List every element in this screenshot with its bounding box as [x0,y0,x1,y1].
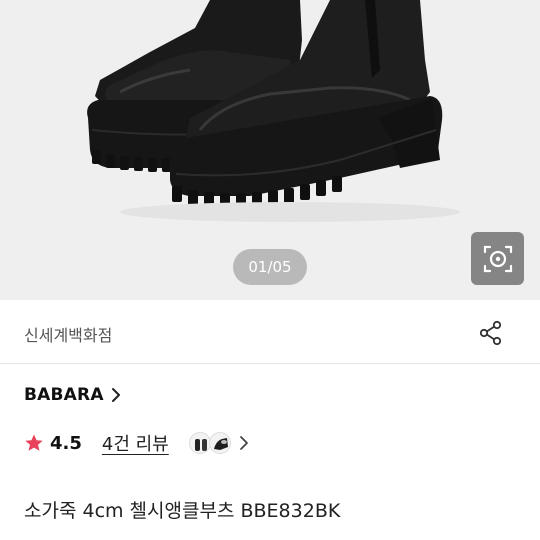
brand-name: BABARA [24,385,104,405]
rating-score: 4.5 [50,432,82,454]
review-count-link[interactable]: 4건 리뷰 [102,430,169,456]
store-name: 신세계백화점 [24,326,113,345]
chevron-right-icon [239,435,249,451]
chevron-right-icon [110,387,122,403]
rating-row: 4.5 4건 리뷰 [24,427,249,459]
camera-search-button[interactable] [471,232,524,285]
review-photo-thumbnails[interactable] [188,432,249,454]
share-icon [479,320,502,346]
brand-link[interactable]: BABARA [24,382,122,408]
camera-search-icon [483,245,512,272]
product-title: 소가죽 4cm 첼시앵클부츠 BBE832BK [24,500,341,522]
image-page-indicator-text: 01/05 [248,258,292,276]
share-button[interactable] [474,316,508,350]
store-row: 신세계백화점 [0,300,540,364]
review-thumbnail [208,432,231,454]
star-icon [24,433,44,453]
product-image-gallery[interactable]: 01/05 [0,0,540,300]
image-page-indicator: 01/05 [233,249,307,285]
product-detail-page: 01/05 신세계백화점 BABARA 4.5 4건 리뷰 소가죽 4cm 첼시… [0,0,540,540]
review-thumbnail [188,432,211,454]
